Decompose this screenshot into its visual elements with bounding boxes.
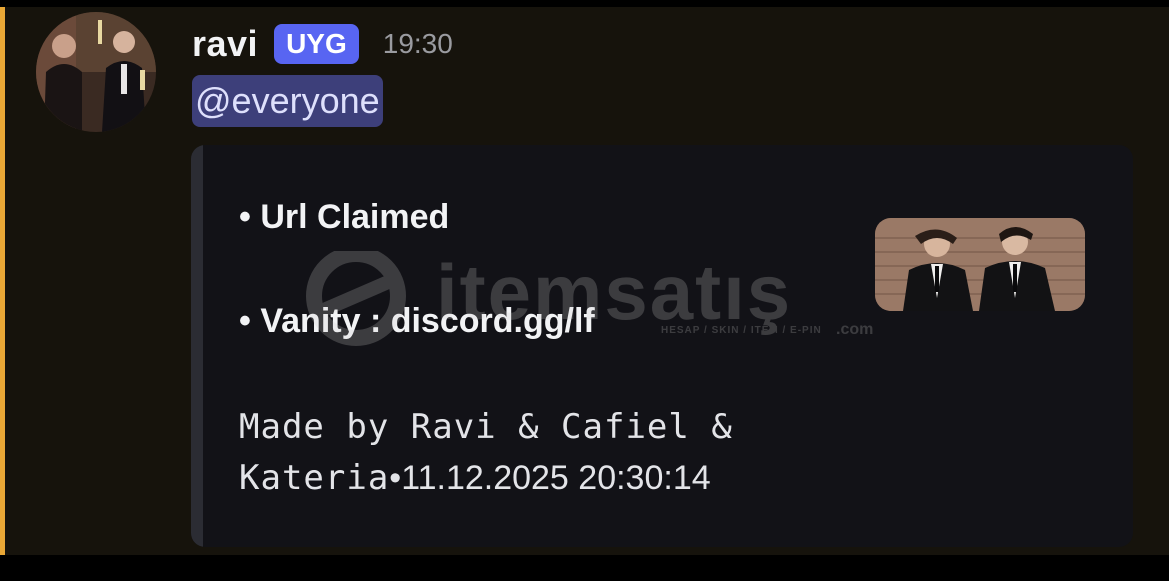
embed-footer: Made by Ravi & Cafiel & Kateria•11.12.20… <box>239 402 859 504</box>
footer-credits-line2: Kateria <box>239 458 390 498</box>
embed-color-bar <box>191 145 203 547</box>
embed-thumbnail[interactable] <box>875 218 1085 311</box>
timestamp: 19:30 <box>382 28 453 59</box>
message-embed: • Url Claimed • Vanity : discord.gg/lf M… <box>191 145 1133 547</box>
footer-date: 11.12.2025 20:30:14 <box>401 459 711 497</box>
avatar-image <box>36 12 156 132</box>
footer-separator: • <box>389 459 402 497</box>
username[interactable]: ravi <box>192 23 258 65</box>
chat-message: ravi UYG 19:30 @everyone • Url Claimed •… <box>0 7 1169 555</box>
everyone-mention[interactable]: @everyone <box>192 75 383 127</box>
thumbnail-image <box>875 218 1085 311</box>
footer-credits-line1: Made by Ravi & Cafiel & <box>239 407 733 447</box>
screen: ravi UYG 19:30 @everyone • Url Claimed •… <box>0 0 1169 581</box>
mention-highlight-bar <box>0 7 5 555</box>
avatar[interactable] <box>36 12 156 132</box>
embed-line-url-claimed: • Url Claimed <box>239 198 450 236</box>
server-tag-badge[interactable]: UYG <box>274 24 359 64</box>
embed-line-vanity: • Vanity : discord.gg/lf <box>239 302 595 340</box>
message-header: ravi UYG 19:30 <box>192 19 453 69</box>
